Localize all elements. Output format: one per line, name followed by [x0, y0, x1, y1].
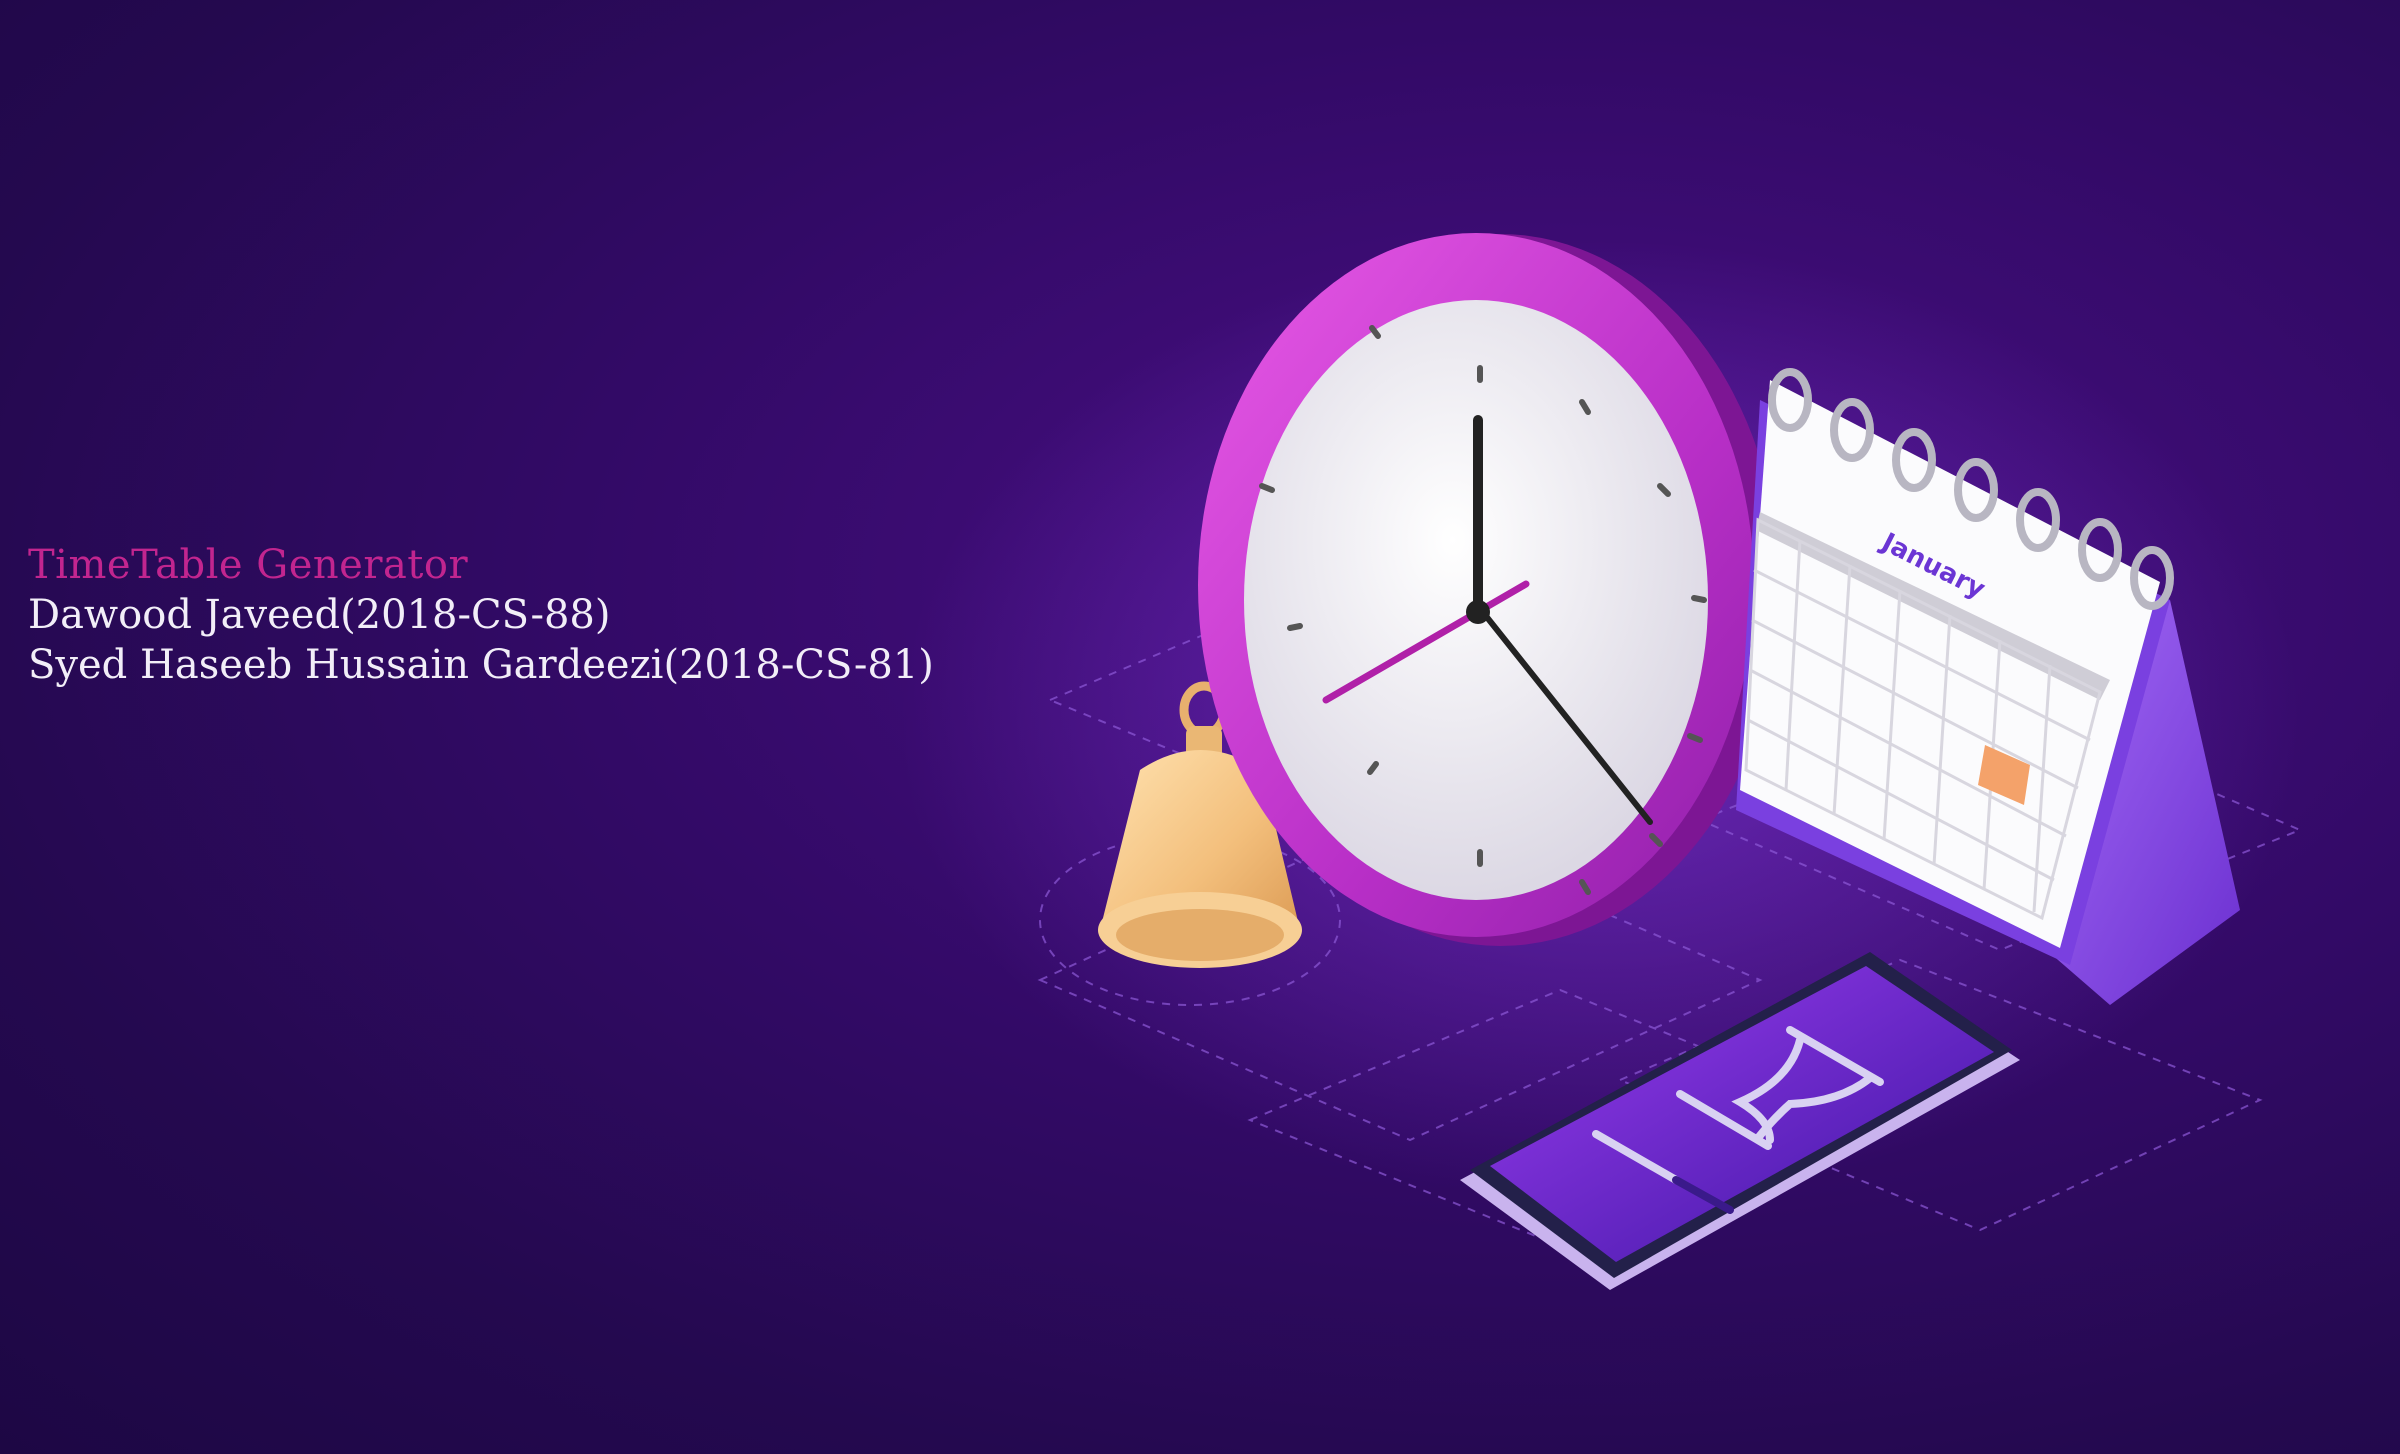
clock-icon [1198, 233, 1780, 946]
splash-illustration: January [900, 233, 2303, 1290]
